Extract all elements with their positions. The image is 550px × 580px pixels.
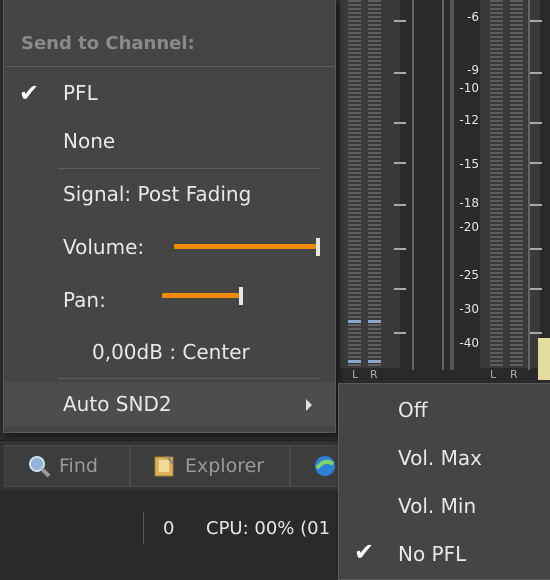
meter-right-r (510, 0, 523, 368)
meter-channel-label: L (352, 368, 359, 381)
search-icon (27, 454, 51, 478)
tick (530, 162, 542, 164)
menu-item-auto-snd2[interactable]: Auto SND2 (4, 382, 335, 426)
db-label: -20 (459, 220, 479, 234)
meter-channel-label: L (490, 368, 497, 381)
meter-left-r (368, 0, 381, 368)
db-label: -12 (459, 113, 479, 127)
meter-channel-label: R (510, 368, 518, 381)
meter-channel-label: R (370, 368, 378, 381)
menu-header: Send to Channel: (21, 33, 195, 54)
tick (394, 332, 406, 334)
submenu-item-label: Vol. Min (398, 494, 477, 518)
submenu-item-label: Vol. Max (398, 446, 482, 470)
db-label: -18 (459, 196, 479, 210)
find-label: Find (59, 455, 98, 477)
volume-slider-fill (174, 244, 316, 249)
tick (394, 72, 406, 74)
level-meters-area: -6 -9 -10 -12 -15 -18 -20 -25 -30 -40 L … (330, 0, 550, 381)
fader-line-right (528, 0, 530, 370)
menu-item-pfl[interactable]: ✔ PFL (4, 72, 335, 116)
pan-row: Pan: (4, 278, 335, 322)
send-to-channel-menu: Send to Channel: ✔ PFL None Signal: Post… (3, 0, 336, 433)
db-label: -6 (467, 10, 479, 24)
submenu-item-label: No PFL (398, 542, 467, 566)
db-label: -25 (459, 268, 479, 282)
menu-item-signal[interactable]: Signal: Post Fading (4, 174, 335, 218)
status-count: 0 (163, 518, 175, 539)
volume-slider[interactable] (174, 234, 320, 260)
menu-item-label: Signal: Post Fading (63, 182, 252, 206)
tick (394, 204, 406, 206)
submenu-arrow-icon (306, 399, 312, 411)
fader-line-left (412, 0, 414, 370)
submenu-item-vol-max[interactable]: Vol. Max (339, 436, 550, 480)
folder-icon (153, 454, 177, 478)
menu-separator (6, 66, 334, 67)
menu-item-none[interactable]: None (4, 120, 335, 164)
pan-slider[interactable] (162, 286, 320, 312)
explorer-label: Explorer (185, 455, 265, 477)
db-label: -9 (467, 63, 479, 77)
meter-marker (538, 338, 550, 380)
tick (394, 122, 406, 124)
globe-icon (313, 454, 337, 478)
menu-item-label: PFL (63, 81, 98, 105)
db-label: -15 (459, 157, 479, 171)
menu-separator (58, 168, 320, 169)
tick (394, 248, 406, 250)
tick (394, 162, 406, 164)
tick (530, 332, 542, 334)
menu-item-label: None (63, 129, 116, 153)
pan-slider-fill (162, 293, 239, 298)
check-icon: ✔ (354, 538, 375, 566)
pan-value: 0,00dB : Center (92, 340, 250, 364)
menu-item-label: Auto SND2 (63, 392, 172, 416)
pan-slider-thumb[interactable] (239, 287, 243, 305)
tick (530, 248, 542, 250)
volume-slider-thumb[interactable] (316, 238, 320, 256)
submenu-item-vol-min[interactable]: Vol. Min (339, 484, 550, 528)
meter-left-l (348, 0, 361, 368)
db-label: -30 (459, 302, 479, 316)
fader-line-left-2 (442, 0, 444, 370)
submenu-item-off[interactable]: Off (339, 388, 550, 432)
db-label: -40 (459, 336, 479, 350)
db-label: -10 (459, 81, 479, 95)
tick (530, 122, 542, 124)
explorer-button[interactable]: Explorer (130, 445, 290, 487)
status-separator (143, 512, 144, 544)
check-icon: ✔ (19, 79, 40, 107)
find-button[interactable]: Find (4, 445, 130, 487)
volume-label: Volume: (63, 235, 145, 259)
pan-label: Pan: (63, 288, 106, 312)
volume-row: Volume: (4, 226, 335, 270)
tick (530, 20, 542, 22)
meter-right-l (490, 0, 503, 368)
tick (530, 204, 542, 206)
tick (530, 288, 542, 290)
tick (394, 288, 406, 290)
submenu-item-no-pfl[interactable]: ✔ No PFL (339, 532, 550, 576)
cpu-usage: CPU: 00% (01 (206, 518, 331, 539)
auto-snd2-submenu: Off Vol. Max Vol. Min ✔ No PFL (338, 383, 550, 580)
tick (530, 72, 542, 74)
menu-separator (58, 378, 320, 379)
submenu-item-label: Off (398, 398, 428, 422)
tick (394, 20, 406, 22)
